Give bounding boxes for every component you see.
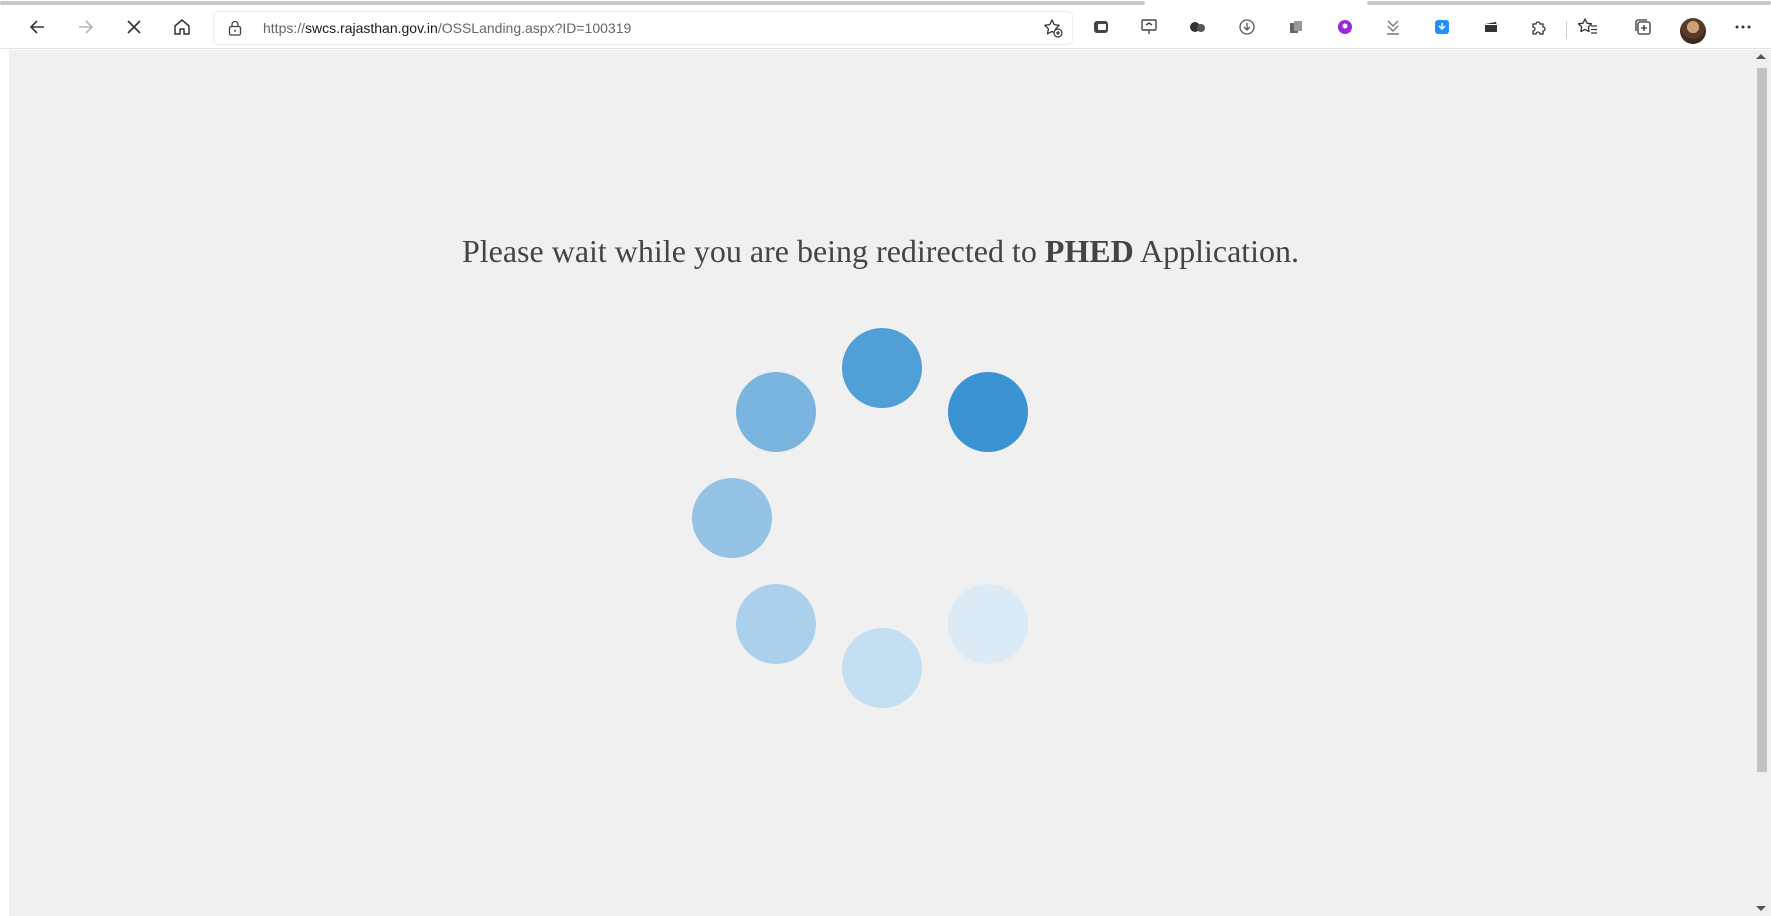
favorites-button[interactable] <box>1570 9 1606 45</box>
spinner-dot-top-left <box>735 371 816 452</box>
extension-2-button[interactable] <box>1131 9 1167 45</box>
download-circle-icon <box>1239 19 1255 35</box>
forward-button[interactable] <box>68 9 104 45</box>
redirect-message-suffix: Application. <box>1139 233 1300 269</box>
back-icon <box>29 20 44 34</box>
scroll-up-arrow-icon[interactable] <box>1756 54 1766 59</box>
redirect-message-prefix: Please wait while you are being redirect… <box>461 233 1037 269</box>
redirect-page: Please wait while you are being redirect… <box>9 50 1752 916</box>
star-add-icon <box>1044 19 1063 38</box>
forward-icon <box>79 20 94 34</box>
page-viewport: Please wait while you are being redirect… <box>0 50 1771 916</box>
spinner-dot-left <box>692 478 772 558</box>
download-arrow-icon <box>1387 20 1399 35</box>
spinner-dot-top-right <box>948 371 1029 452</box>
download-circle-button[interactable] <box>1229 9 1265 45</box>
loading-spinner <box>9 50 1752 916</box>
url-text[interactable]: https://swcs.rajasthan.gov.in/OSSLanding… <box>263 20 631 36</box>
more-menu-button[interactable] <box>1725 9 1761 45</box>
extension-5-button[interactable] <box>1278 9 1314 45</box>
spinner-dot-bottom-right <box>948 584 1029 665</box>
home-button[interactable] <box>164 9 200 45</box>
home-icon <box>174 19 190 35</box>
address-bar[interactable]: https://swcs.rajasthan.gov.in/OSSLanding… <box>214 12 1072 44</box>
spinner-dot-right <box>992 478 1072 558</box>
purple-extension-button[interactable] <box>1327 9 1363 45</box>
clapper-button[interactable] <box>1473 9 1509 45</box>
collections-icon <box>1635 19 1651 35</box>
spinner-dot-bottom-left <box>735 584 816 665</box>
collections-button[interactable] <box>1625 9 1661 45</box>
spinner-dot-top <box>842 328 922 408</box>
extension-2-icon <box>1141 19 1157 34</box>
extension-3-button[interactable] <box>1180 9 1216 45</box>
extensions-button[interactable] <box>1521 9 1557 45</box>
lock-icon[interactable] <box>228 20 242 36</box>
more-menu-icon <box>1735 25 1751 29</box>
toolbar-separator <box>1566 21 1567 39</box>
extension-1-icon <box>1094 21 1108 33</box>
scroll-down-arrow-icon[interactable] <box>1756 906 1766 911</box>
stop-loading-icon <box>127 20 141 34</box>
clapper-icon <box>1485 22 1497 32</box>
extension-3-icon <box>1190 22 1205 32</box>
download-arrow-button[interactable] <box>1375 9 1411 45</box>
add-favorite-button[interactable] <box>1042 17 1064 44</box>
profile-avatar[interactable] <box>1680 18 1706 44</box>
browser-toolbar: https://swcs.rajasthan.gov.in/OSSLanding… <box>0 5 1771 49</box>
redirect-message: Please wait while you are being redirect… <box>9 233 1752 270</box>
back-button[interactable] <box>19 9 55 45</box>
stop-loading-button[interactable] <box>116 9 152 45</box>
scrollbar-thumb[interactable] <box>1757 68 1767 772</box>
purple-extension-icon <box>1338 20 1352 34</box>
vertical-scrollbar[interactable] <box>1752 50 1771 916</box>
extension-1-button[interactable] <box>1083 9 1119 45</box>
extension-5-icon <box>1290 21 1302 33</box>
spinner-dot-bottom <box>842 628 922 708</box>
redirect-app-name: PHED <box>1044 233 1134 269</box>
extensions-puzzle-icon <box>1532 21 1546 35</box>
favorites-icon <box>1577 18 1597 34</box>
blue-download-icon <box>1435 20 1449 34</box>
blue-download-button[interactable] <box>1424 9 1460 45</box>
